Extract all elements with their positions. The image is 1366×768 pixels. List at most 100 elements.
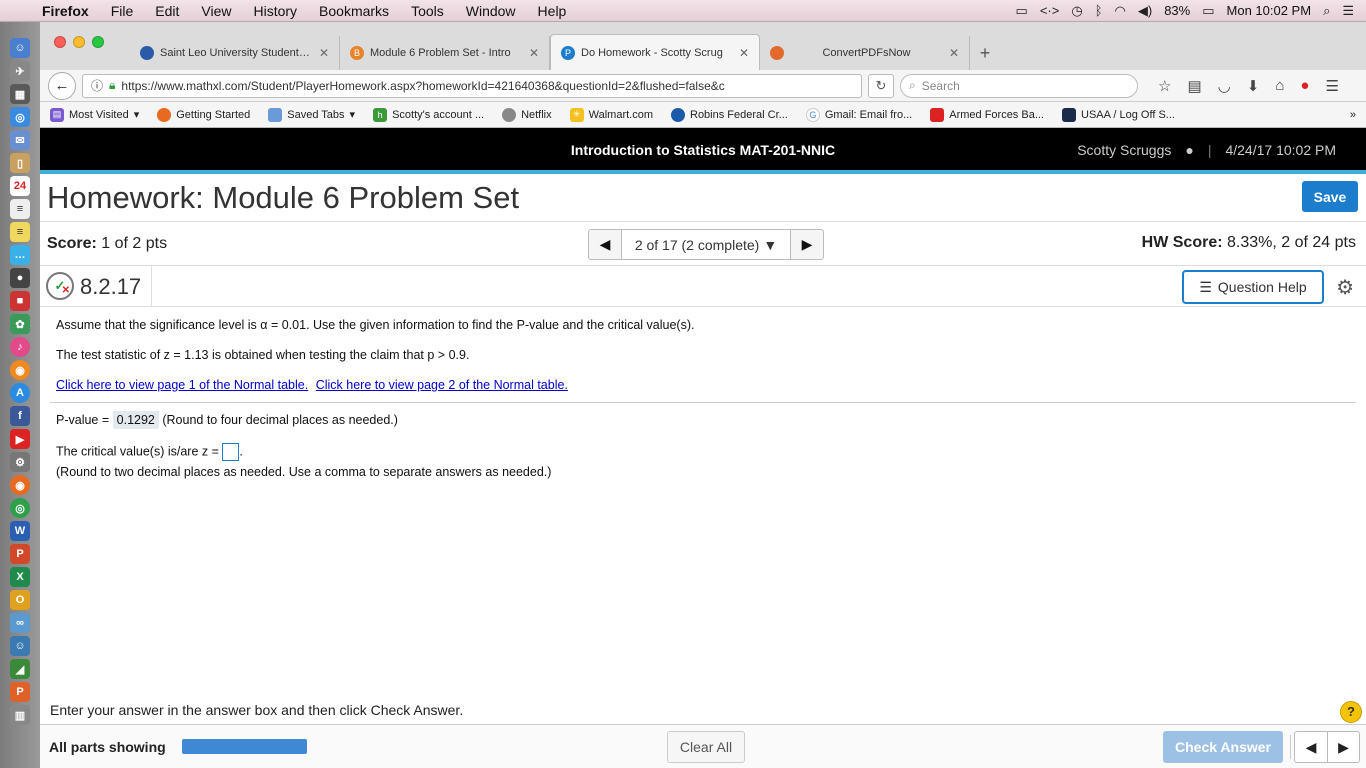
question-help-button[interactable]: ☰ Question Help <box>1182 270 1324 304</box>
pvalue-answer[interactable]: 0.1292 <box>112 411 159 429</box>
info-icon[interactable]: ⓘ <box>91 77 103 94</box>
menu-file[interactable]: File <box>111 3 134 19</box>
facetime-icon[interactable]: ● <box>10 268 30 288</box>
menu-view[interactable]: View <box>201 3 231 19</box>
bookmark-star-icon[interactable]: ☆ <box>1158 77 1171 95</box>
minimize-window-icon[interactable] <box>73 36 85 48</box>
home-icon[interactable]: ⌂ <box>1275 77 1284 95</box>
reminders-icon[interactable]: ≡ <box>10 199 30 219</box>
bluetooth-icon[interactable]: ᛒ <box>1095 3 1103 18</box>
itunes-icon[interactable]: ♪ <box>10 337 30 357</box>
chrome-icon[interactable]: ◎ <box>10 498 30 518</box>
close-tab-icon[interactable]: ✕ <box>319 46 329 60</box>
code-icon[interactable]: <·> <box>1040 3 1060 18</box>
contacts-icon[interactable]: ▯ <box>10 153 30 173</box>
save-button[interactable]: Save <box>1302 181 1358 212</box>
menu-window[interactable]: Window <box>466 3 516 19</box>
bookmark-gmail[interactable]: G Gmail: Email fro... <box>805 107 912 122</box>
notification-center-icon[interactable]: ☰ <box>1342 3 1354 19</box>
airplay-icon[interactable]: ▭ <box>1016 3 1028 19</box>
mission-control-icon[interactable]: ▦ <box>10 84 30 104</box>
notes-icon[interactable]: ≡ <box>10 222 30 242</box>
new-tab-button[interactable]: + <box>970 36 1000 70</box>
photo-booth-icon[interactable]: ■ <box>10 291 30 311</box>
download-icon[interactable]: ⬇ <box>1247 77 1260 95</box>
normal-table-page-2-link[interactable]: Click here to view page 2 of the Normal … <box>316 378 568 392</box>
menu-history[interactable]: History <box>253 3 297 19</box>
tab-module-6[interactable]: B Module 6 Problem Set - Intro ✕ <box>340 36 550 70</box>
all-parts-showing[interactable]: All parts showing <box>49 739 166 755</box>
youtube-icon[interactable]: ▶ <box>10 429 30 449</box>
maps-icon[interactable]: ◢ <box>10 659 30 679</box>
menu-tools[interactable]: Tools <box>411 3 444 19</box>
bookmark-usaa[interactable]: USAA / Log Off S... <box>1062 107 1175 122</box>
prev-question-button[interactable]: ◀ <box>1295 732 1327 762</box>
menu-icon[interactable]: ☰ <box>1325 77 1338 95</box>
mail-icon[interactable]: ✉ <box>10 130 30 150</box>
bookmark-robins-federal[interactable]: Robins Federal Cr... <box>671 107 788 122</box>
bookmark-scottys-account[interactable]: h Scotty's account ... <box>373 107 484 122</box>
zoom-window-icon[interactable] <box>92 36 104 48</box>
menu-app[interactable]: Firefox <box>42 3 89 19</box>
reload-button[interactable]: ↻ <box>868 73 894 98</box>
close-tab-icon[interactable]: ✕ <box>949 46 959 60</box>
next-question-button[interactable]: ▶ <box>791 230 823 259</box>
time-machine-icon[interactable]: ◷ <box>1071 3 1082 19</box>
close-tab-icon[interactable]: ✕ <box>529 46 539 60</box>
menu-edit[interactable]: Edit <box>155 3 179 19</box>
bookmark-netflix[interactable]: Netflix <box>502 107 552 122</box>
gear-icon[interactable]: ⚙ <box>1336 275 1354 300</box>
reader-list-icon[interactable]: ▤ <box>1187 77 1201 95</box>
tab-do-homework[interactable]: P Do Homework - Scotty Scrug ✕ <box>550 34 760 70</box>
tab-convertpdfsnow[interactable]: ConvertPDFsNow ✕ <box>760 36 970 70</box>
bookmarks-overflow-icon[interactable]: » <box>1350 109 1356 121</box>
spotlight-icon[interactable]: ⌕ <box>1323 3 1330 19</box>
user-name[interactable]: Scotty Scruggs <box>1077 142 1171 158</box>
clock[interactable]: Mon 10:02 PM <box>1227 3 1312 18</box>
skype-icon[interactable]: ☺ <box>10 636 30 656</box>
next-question-button[interactable]: ▶ <box>1327 732 1359 762</box>
check-answer-button[interactable]: Check Answer <box>1163 731 1283 763</box>
menu-bookmarks[interactable]: Bookmarks <box>319 3 389 19</box>
question-select[interactable]: 2 of 17 (2 complete) ▼ <box>621 230 791 259</box>
prev-question-button[interactable]: ◀ <box>589 230 621 259</box>
adblock-icon[interactable]: ● <box>1300 77 1309 95</box>
bookmark-saved-tabs[interactable]: Saved Tabs ▾ <box>268 107 355 122</box>
ibooks-icon[interactable]: ◉ <box>10 360 30 380</box>
app-store-icon[interactable]: A <box>10 383 30 403</box>
word-icon[interactable]: W <box>10 521 30 541</box>
tab-saint-leo[interactable]: Saint Leo University Students Ho ✕ <box>130 36 340 70</box>
close-window-icon[interactable] <box>54 36 66 48</box>
system-preferences-icon[interactable]: ⚙ <box>10 452 30 472</box>
back-button[interactable]: ← <box>48 71 76 100</box>
menu-help[interactable]: Help <box>538 3 567 19</box>
calendar-icon[interactable]: 24 <box>10 176 30 196</box>
trash-icon[interactable]: ▥ <box>10 705 30 725</box>
pages-icon[interactable]: P <box>10 682 30 702</box>
excel-icon[interactable]: X <box>10 567 30 587</box>
url-bar[interactable]: ⓘ 🔒︎ https://www.mathxl.com/Student/Play… <box>82 73 862 98</box>
facebook-icon[interactable]: f <box>10 406 30 426</box>
pocket-icon[interactable]: ◡ <box>1218 77 1231 95</box>
search-input[interactable]: ⌕ Search <box>900 73 1138 98</box>
messages-icon[interactable]: … <box>10 245 30 265</box>
close-tab-icon[interactable]: ✕ <box>739 46 749 60</box>
normal-table-page-1-link[interactable]: Click here to view page 1 of the Normal … <box>56 378 308 392</box>
battery-percent[interactable]: 83% <box>1164 3 1190 18</box>
volume-icon[interactable]: ◀) <box>1138 3 1152 19</box>
bookmark-most-visited[interactable]: ▤ Most Visited ▾ <box>50 107 139 122</box>
safari-icon[interactable]: ◎ <box>10 107 30 127</box>
bookmark-walmart[interactable]: ✳ Walmart.com <box>569 107 653 122</box>
finder-icon[interactable]: ☺ <box>10 38 30 58</box>
launchpad-icon[interactable]: ✈ <box>10 61 30 81</box>
onenote-icon[interactable]: ∞ <box>10 613 30 633</box>
powerpoint-icon[interactable]: P <box>10 544 30 564</box>
photos-icon[interactable]: ✿ <box>10 314 30 334</box>
outlook-icon[interactable]: O <box>10 590 30 610</box>
clear-all-button[interactable]: Clear All <box>667 731 745 763</box>
wifi-icon[interactable]: ◠ <box>1115 3 1126 19</box>
critical-value-input[interactable] <box>222 443 240 461</box>
bookmark-armed-forces[interactable]: Armed Forces Ba... <box>930 107 1044 122</box>
firefox-icon[interactable]: ◉ <box>10 475 30 495</box>
help-icon[interactable]: ? <box>1340 701 1362 723</box>
